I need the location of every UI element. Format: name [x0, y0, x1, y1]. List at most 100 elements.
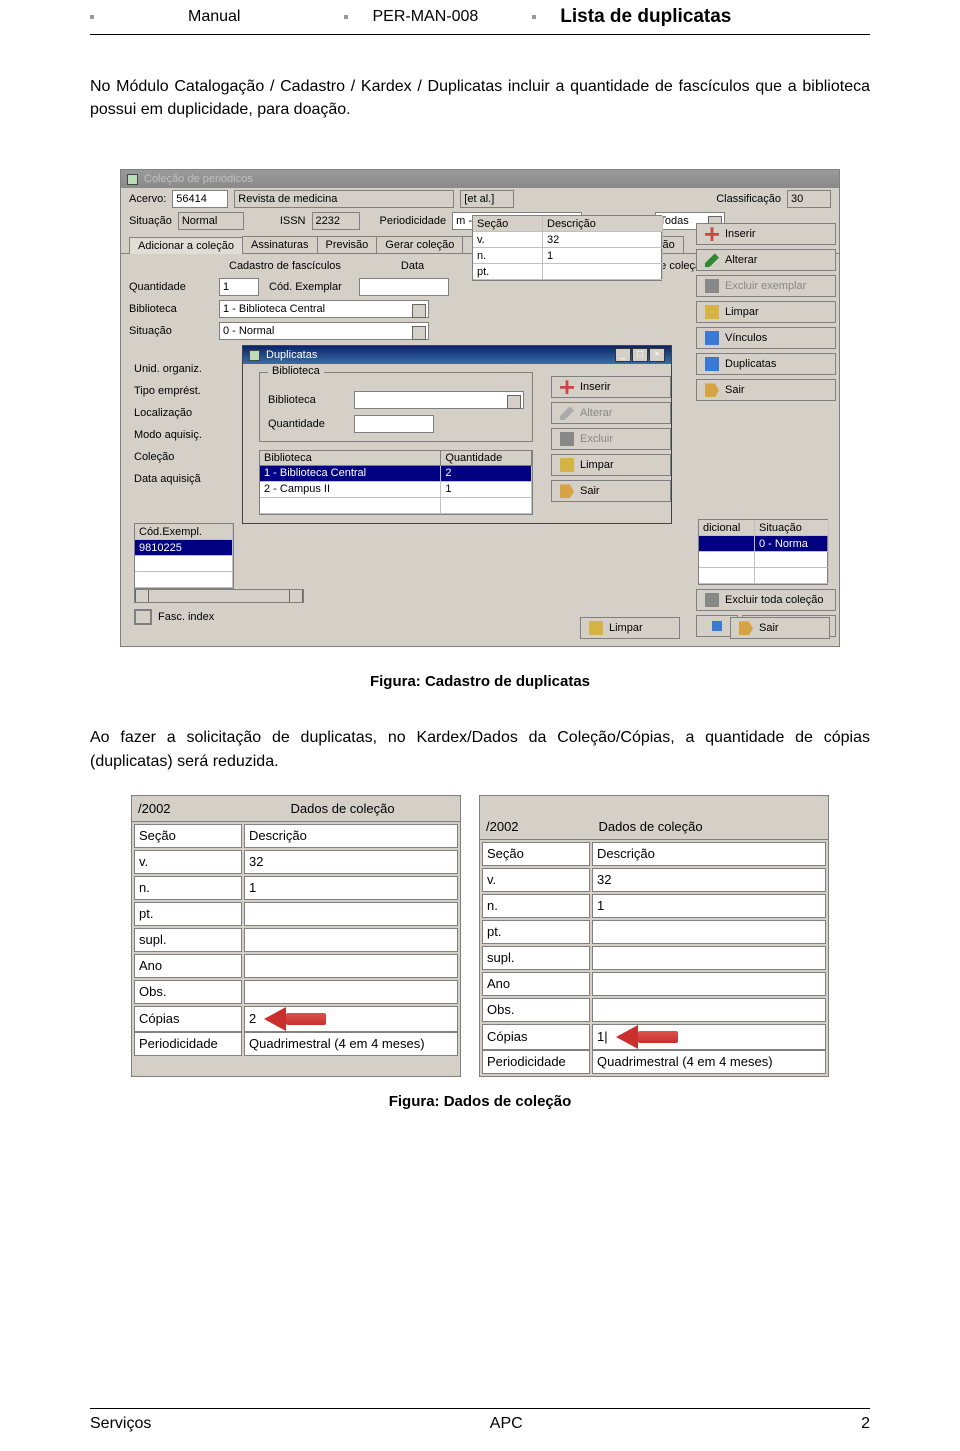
table-row: v.32: [133, 849, 459, 875]
p1-secao: pt.: [134, 902, 242, 926]
excluir-toda-button[interactable]: Excluir toda coleção: [696, 589, 836, 611]
exit-icon: [739, 621, 753, 635]
p1-desc: [244, 980, 458, 1004]
header-rule: [90, 34, 870, 35]
situacao2-select[interactable]: 0 - Normal: [219, 322, 429, 340]
arrow-icon: [264, 1007, 326, 1031]
panel2-title: Dados de coleção: [599, 819, 703, 834]
etal-display: [et al.]: [460, 190, 514, 208]
minimize-button[interactable]: _: [615, 348, 631, 362]
duplicatas-button[interactable]: Duplicatas: [696, 353, 836, 375]
vinculos-button[interactable]: Vínculos: [696, 327, 836, 349]
classificacao-value: 30: [787, 190, 831, 208]
grid-icon: [712, 621, 722, 631]
cod-exemplar-input[interactable]: [359, 278, 449, 296]
p2-secao: Ano: [482, 972, 590, 996]
dlg-sair-button[interactable]: Sair: [551, 480, 671, 502]
footer-limpar-button[interactable]: Limpar: [580, 617, 680, 639]
situacao-label: Situação: [129, 215, 172, 227]
dtd-empty: [441, 498, 532, 514]
duplicatas-dialog: Duplicatas _ □ × Biblioteca Biblioteca Q…: [242, 345, 672, 524]
dlg-excluir-button[interactable]: Excluir: [551, 428, 671, 450]
td-empty: [755, 568, 829, 584]
close-button[interactable]: ×: [649, 348, 665, 362]
dialog-titlebar: Duplicatas _ □ ×: [243, 346, 671, 364]
colecao-label: Coleção: [134, 451, 202, 463]
inserir-button[interactable]: Inserir: [696, 223, 836, 245]
footer-sair-button[interactable]: Sair: [730, 617, 830, 639]
acervo-input[interactable]: 56414: [172, 190, 228, 208]
dlg-alterar-button[interactable]: Alterar: [551, 402, 671, 424]
p2-desc: [592, 920, 826, 944]
fasc-index-checkbox[interactable]: Fasc. index: [134, 609, 214, 625]
sair-button[interactable]: Sair: [696, 379, 836, 401]
td-cod-exemplar[interactable]: 9810225: [135, 540, 233, 556]
dtd-quantidade[interactable]: 1: [441, 482, 532, 498]
delete-icon: [705, 279, 719, 293]
panel1-title: Dados de coleção: [291, 801, 395, 816]
table-row: PeriodicidadeQuadrimestral (4 em 4 meses…: [481, 1049, 827, 1075]
dlg-biblioteca-select[interactable]: [354, 391, 524, 409]
table-row: n.1: [481, 893, 827, 919]
p1-secao: n.: [134, 876, 242, 900]
cod-exemplar-label: Cód. Exemplar: [269, 281, 349, 293]
th-situacao: Situação: [755, 520, 829, 536]
quantidade-input[interactable]: 1: [219, 278, 259, 296]
dlg-inserir-button[interactable]: Inserir: [551, 376, 671, 398]
td-empty: [135, 556, 233, 572]
situacao-table: dicionalSituação 0 - Norma: [698, 519, 828, 585]
classificacao-label: Classificação: [716, 193, 781, 205]
p1-desc: 32: [244, 850, 458, 874]
paragraph-1: No Módulo Catalogação / Cadastro / Karde…: [90, 75, 870, 121]
dtd-biblioteca[interactable]: 1 - Biblioteca Central: [260, 466, 441, 482]
p2-desc: [592, 998, 826, 1022]
figure-caption-2: Figura: Dados de coleção: [90, 1093, 870, 1110]
table-row: Obs.: [481, 997, 827, 1023]
p2-desc: Quadrimestral (4 em 4 meses): [592, 1050, 826, 1074]
page-footer: Serviços APC 2: [90, 1408, 870, 1433]
scrollbar[interactable]: [134, 589, 304, 603]
dlg-quantidade-input[interactable]: [354, 415, 434, 433]
p2-desc: 1: [592, 894, 826, 918]
dtd-biblioteca[interactable]: 2 - Campus II: [260, 482, 441, 498]
tab-assinaturas[interactable]: Assinaturas: [242, 236, 317, 253]
unid-organiz-label: Unid. organiz.: [134, 363, 202, 375]
excluir-exemplar-button[interactable]: Excluir exemplar: [696, 275, 836, 297]
table-row: Obs.: [133, 979, 459, 1005]
bullet-icon: [532, 15, 536, 19]
th-dicional: dicional: [699, 520, 755, 536]
p1-desc: [244, 902, 458, 926]
arrow-icon: [616, 1025, 678, 1049]
p2-secao: supl.: [482, 946, 590, 970]
biblioteca-select[interactable]: 1 - Biblioteca Central: [219, 300, 429, 318]
td-empty: [755, 552, 829, 568]
clear-icon: [560, 458, 574, 472]
header-code: PER-MAN-008: [372, 8, 478, 26]
dlg-limpar-button[interactable]: Limpar: [551, 454, 671, 476]
app-icon: [127, 174, 138, 185]
td-empty: [699, 552, 755, 568]
table-row: n.1: [133, 875, 459, 901]
side-buttons: Inserir Alterar Excluir exemplar Limpar …: [696, 223, 836, 401]
secao-descricao-table: SeçãoDescrição v.32 n.1 pt.: [472, 215, 662, 281]
td-situacao: 0 - Norma: [755, 536, 829, 552]
tab-adicionar-colecao[interactable]: Adicionar a coleção: [129, 237, 243, 254]
tab-gerar-colecao[interactable]: Gerar coleção: [376, 236, 463, 253]
exit-icon: [705, 383, 719, 397]
situacao-value: Normal: [178, 212, 244, 230]
figure-caption-1: Figura: Cadastro de duplicatas: [90, 673, 870, 690]
maximize-button[interactable]: □: [632, 348, 648, 362]
td-dicional: [699, 536, 755, 552]
dth-quantidade: Quantidade: [441, 451, 532, 466]
tab-previsao[interactable]: Previsão: [317, 236, 378, 253]
td-descricao: 1: [543, 248, 663, 264]
limpar-button[interactable]: Limpar: [696, 301, 836, 323]
td-descricao: 32: [543, 232, 663, 248]
p1-h-secao: Seção: [134, 824, 242, 848]
alterar-button[interactable]: Alterar: [696, 249, 836, 271]
modo-aquisic-label: Modo aquisiç.: [134, 429, 202, 441]
table-row: PeriodicidadeQuadrimestral (4 em 4 meses…: [133, 1031, 459, 1057]
footer-right: 2: [861, 1415, 870, 1433]
p1-secao: Obs.: [134, 980, 242, 1004]
dtd-quantidade[interactable]: 2: [441, 466, 532, 482]
